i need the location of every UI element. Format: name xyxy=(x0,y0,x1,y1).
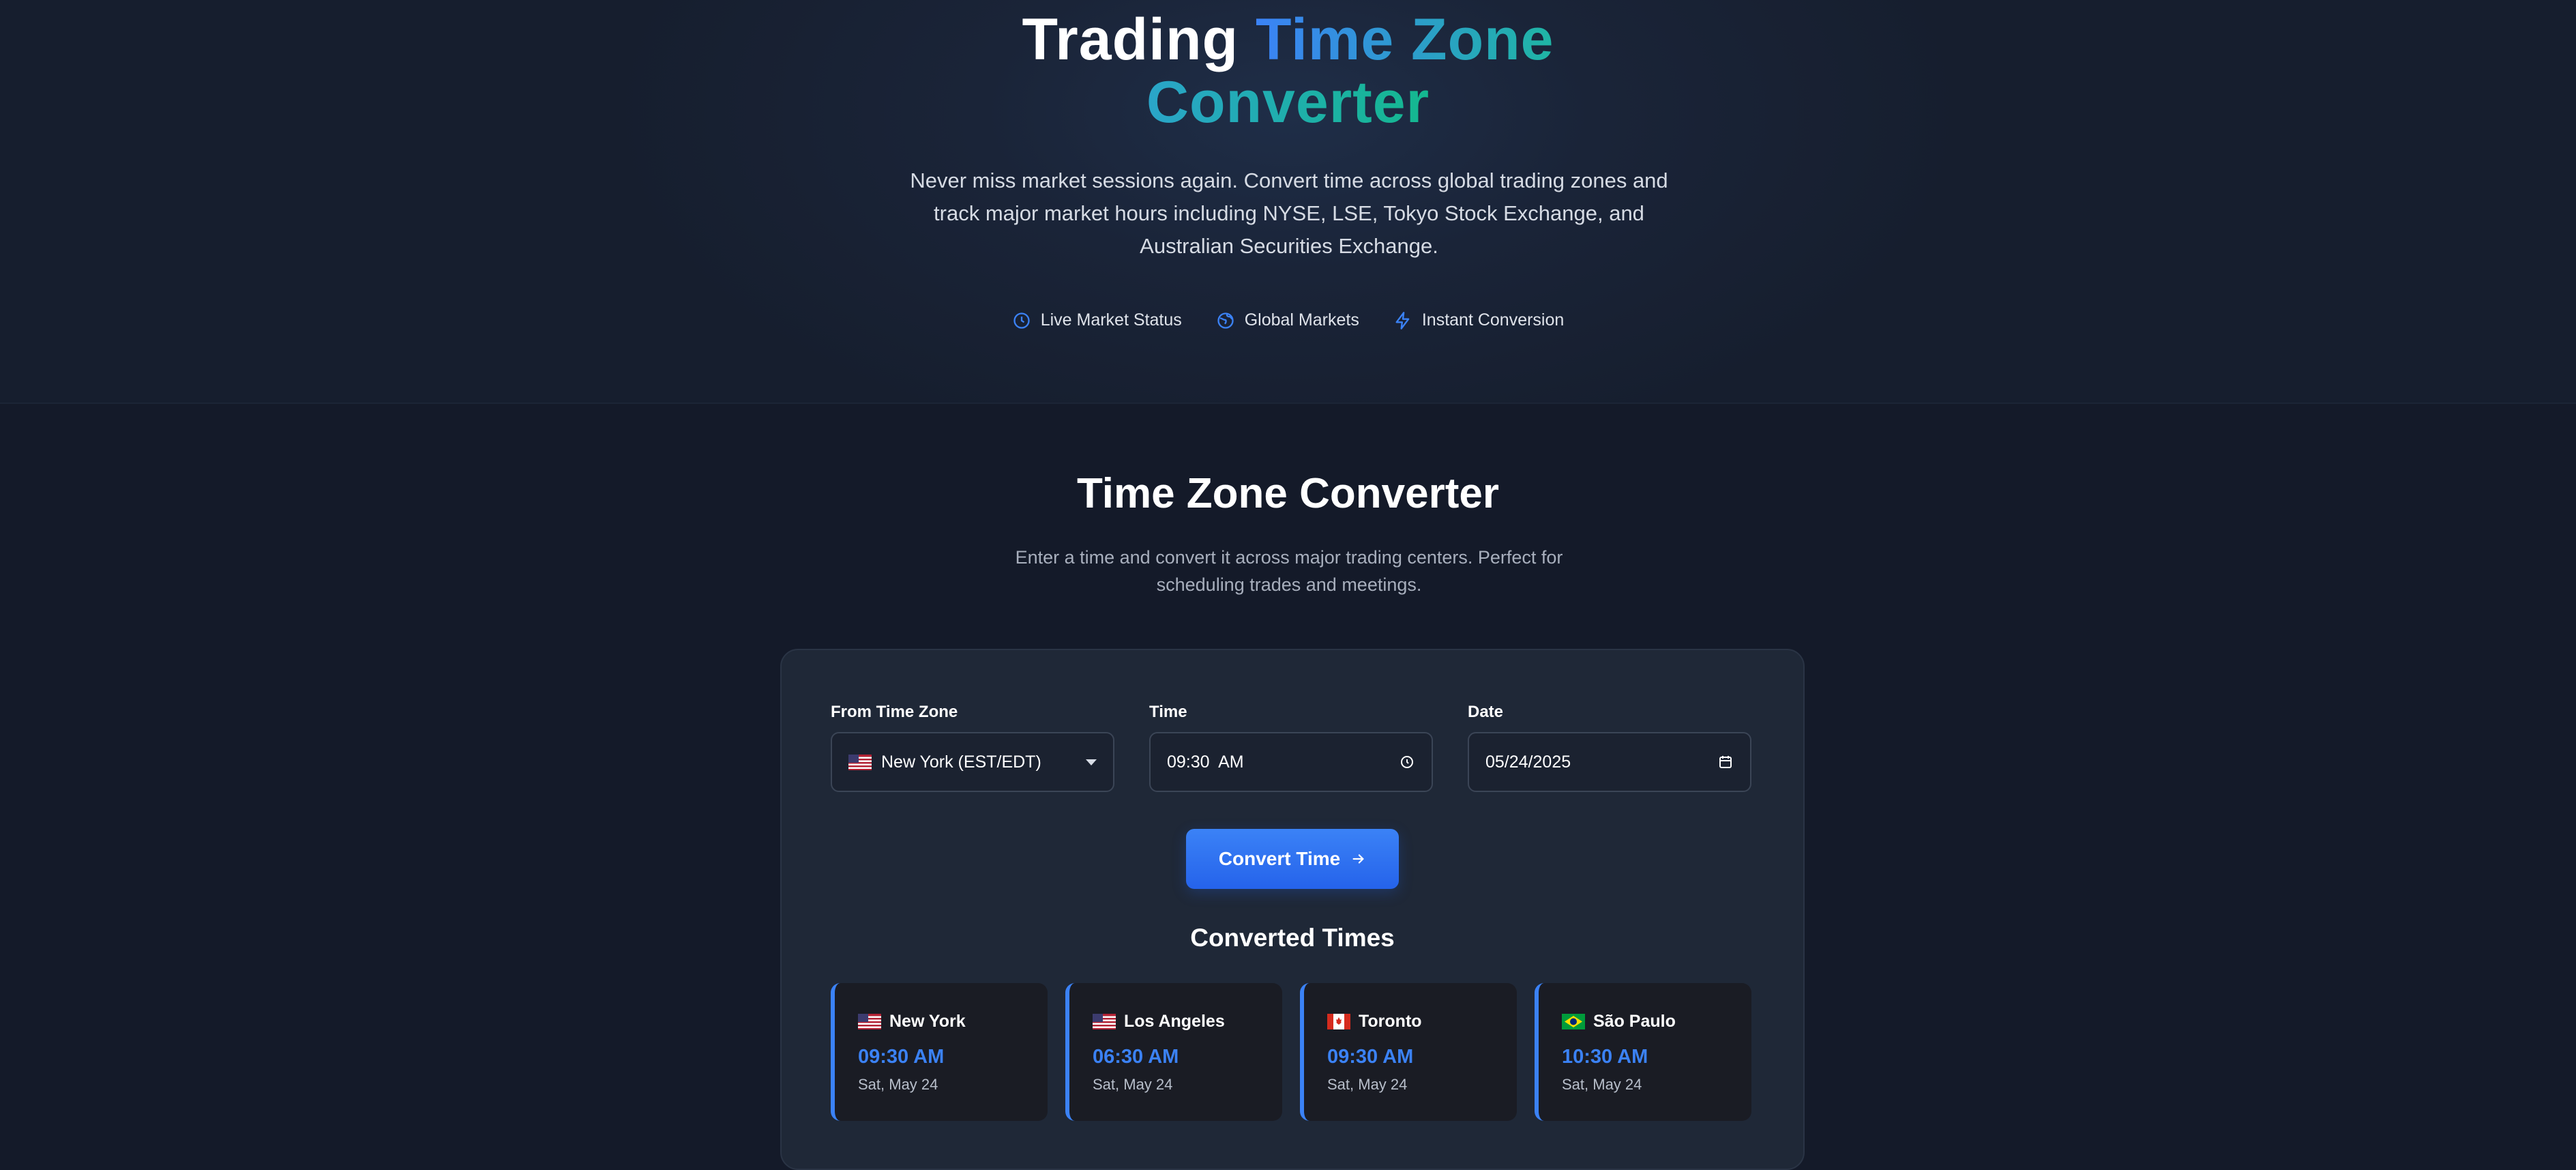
hero-section: Trading Time Zone Converter Never miss m… xyxy=(0,0,2576,404)
result-city-name: Los Angeles xyxy=(1124,1012,1225,1031)
us-flag-icon xyxy=(848,754,872,770)
result-date: Sat, May 24 xyxy=(1562,1076,1642,1093)
us-flag-icon xyxy=(858,1014,881,1029)
brazil-flag-icon xyxy=(1562,1014,1585,1029)
feature-global-markets: Global Markets xyxy=(1216,310,1359,330)
result-time: 09:30 AM xyxy=(1327,1046,1414,1068)
us-flag-icon xyxy=(1093,1014,1116,1029)
result-date: Sat, May 24 xyxy=(1327,1076,1408,1093)
hero-title-part3: Converter xyxy=(1146,70,1430,135)
feature-label: Live Market Status xyxy=(1040,310,1182,330)
canada-flag-icon xyxy=(1327,1014,1350,1029)
from-timezone-label: From Time Zone xyxy=(831,703,958,721)
globe-icon xyxy=(1217,312,1234,329)
clock-icon[interactable] xyxy=(1399,754,1415,770)
lightning-icon xyxy=(1395,311,1410,330)
date-value: 05/24/2025 xyxy=(1485,752,1571,772)
from-timezone-value: New York (EST/EDT) xyxy=(881,752,1041,772)
chevron-down-icon xyxy=(1086,759,1097,765)
time-input[interactable]: 09:30 AM xyxy=(1149,732,1433,792)
result-date: Sat, May 24 xyxy=(1093,1076,1173,1093)
converter-card: From Time Zone New York (EST/EDT) Time 0… xyxy=(780,649,1805,1170)
result-card-los-angeles: Los Angeles 06:30 AM Sat, May 24 xyxy=(1065,983,1282,1121)
from-timezone-select[interactable]: New York (EST/EDT) xyxy=(831,732,1114,792)
result-date: Sat, May 24 xyxy=(858,1076,938,1093)
result-card-toronto: Toronto 09:30 AM Sat, May 24 xyxy=(1300,983,1517,1121)
result-city: Toronto xyxy=(1327,1012,1422,1032)
feature-label: Instant Conversion xyxy=(1421,310,1565,330)
date-label: Date xyxy=(1468,703,1504,721)
hero-title: Trading Time Zone Converter xyxy=(0,8,2576,134)
result-time: 10:30 AM xyxy=(1562,1046,1648,1068)
feature-list: Live Market Status Global Markets Instan… xyxy=(0,310,2576,330)
hero-title-part1: Trading xyxy=(1022,7,1239,72)
result-city: São Paulo xyxy=(1562,1012,1676,1032)
calendar-icon[interactable] xyxy=(1717,754,1734,770)
time-label: Time xyxy=(1149,703,1187,721)
result-time: 06:30 AM xyxy=(1093,1046,1179,1068)
result-city-name: New York xyxy=(889,1012,966,1031)
hero-title-part2: Time Zone xyxy=(1255,7,1554,72)
result-time: 09:30 AM xyxy=(858,1046,945,1068)
result-city: New York xyxy=(858,1012,966,1032)
result-card-sao-paulo: São Paulo 10:30 AM Sat, May 24 xyxy=(1535,983,1751,1121)
result-city: Los Angeles xyxy=(1093,1012,1225,1032)
feature-label: Global Markets xyxy=(1244,310,1359,330)
convert-time-label: Convert Time xyxy=(1218,848,1341,869)
section-title: Time Zone Converter xyxy=(1076,470,1499,517)
clock-icon xyxy=(1013,312,1030,329)
section-subtitle: Enter a time and convert it across major… xyxy=(1015,547,1563,595)
hero-subtitle: Never miss market sessions again. Conver… xyxy=(910,169,1668,258)
feature-instant-conversion: Instant Conversion xyxy=(1393,310,1564,330)
arrow-right-icon xyxy=(1352,854,1364,864)
result-city-name: Toronto xyxy=(1359,1012,1422,1031)
date-input[interactable]: 05/24/2025 xyxy=(1468,732,1751,792)
converted-times-title: Converted Times xyxy=(1190,924,1395,952)
result-card-new-york: New York 09:30 AM Sat, May 24 xyxy=(831,983,1048,1121)
result-city-name: São Paulo xyxy=(1593,1012,1676,1031)
time-value: 09:30 AM xyxy=(1167,752,1244,772)
feature-live-market-status: Live Market Status xyxy=(1012,310,1182,330)
convert-time-button[interactable]: Convert Time xyxy=(1186,829,1399,889)
